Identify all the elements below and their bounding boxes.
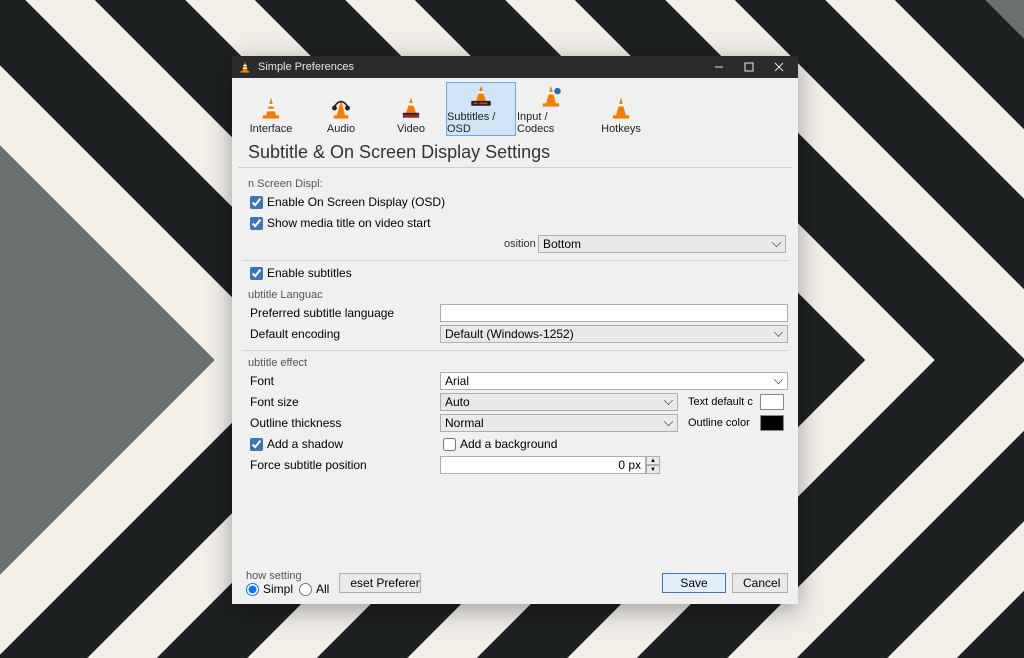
tab-input-codecs[interactable]: Input / Codecs <box>516 82 586 136</box>
minimize-button[interactable] <box>704 56 734 78</box>
subtitles-cone-icon <box>467 83 495 109</box>
film-cone-icon <box>397 95 425 121</box>
default-encoding-label: Default encoding <box>242 327 440 341</box>
tab-video[interactable]: Video <box>376 82 446 136</box>
codecs-cone-icon <box>537 83 565 109</box>
show-title-label: Show media title on video start <box>267 216 430 230</box>
hotkeys-cone-icon <box>607 95 635 121</box>
enable-osd-label: Enable On Screen Display (OSD) <box>267 195 445 209</box>
outline-color-label: Outline color <box>688 417 750 429</box>
font-select[interactable]: Arial <box>440 372 788 390</box>
force-position-input[interactable] <box>440 456 646 474</box>
add-background-checkbox[interactable] <box>443 438 456 451</box>
osd-position-label: osition <box>504 238 538 250</box>
add-background-label: Add a background <box>460 437 557 451</box>
maximize-button[interactable] <box>734 56 764 78</box>
text-color-swatch[interactable] <box>760 394 784 410</box>
add-shadow-label: Add a shadow <box>267 437 435 451</box>
force-position-label: Force subtitle position <box>242 458 440 472</box>
enable-subtitles-label: Enable subtitles <box>267 266 352 280</box>
titlebar[interactable]: Simple Preferences <box>232 56 798 78</box>
tab-interface[interactable]: Interface <box>236 82 306 136</box>
show-title-checkbox[interactable] <box>250 217 263 230</box>
default-encoding-select[interactable]: Default (Windows-1252) <box>440 325 788 343</box>
dialog-footer: how setting Simple All eset Preference S… <box>232 566 798 604</box>
show-settings-all-radio[interactable] <box>299 583 312 596</box>
tab-subtitles-osd[interactable]: Subtitles / OSD <box>446 82 516 136</box>
enable-subtitles-checkbox[interactable] <box>250 267 263 280</box>
headphones-cone-icon <box>327 95 355 121</box>
save-button[interactable]: Save <box>662 573 726 593</box>
settings-form: n Screen Displ: Enable On Screen Display… <box>232 168 798 566</box>
preferences-window: Simple Preferences Interface Audio Video… <box>232 56 798 604</box>
tab-hotkeys[interactable]: Hotkeys <box>586 82 656 136</box>
show-settings-all-label: All <box>316 582 329 596</box>
preferred-language-input[interactable] <box>440 304 788 322</box>
font-label: Font <box>242 374 440 388</box>
outline-thickness-select[interactable]: Normal <box>440 414 678 432</box>
show-settings-simple-radio[interactable] <box>246 583 259 596</box>
font-size-label: Font size <box>242 395 440 409</box>
subtitle-effect-group-label: ubtitle effect <box>248 357 318 369</box>
tab-audio[interactable]: Audio <box>306 82 376 136</box>
osd-position-select[interactable]: Bottom <box>538 235 786 253</box>
text-default-color-label: Text default c <box>688 396 756 408</box>
show-settings-simple-label: Simple <box>263 582 293 596</box>
outline-color-swatch[interactable] <box>760 415 784 431</box>
force-position-spin-down[interactable]: ▼ <box>646 465 660 474</box>
category-tabs: Interface Audio Video Subtitles / OSD In… <box>232 78 798 136</box>
enable-osd-checkbox[interactable] <box>250 196 263 209</box>
preferred-language-label: Preferred subtitle language <box>242 306 440 320</box>
window-title: Simple Preferences <box>258 61 704 73</box>
close-button[interactable] <box>764 56 794 78</box>
reset-preferences-button[interactable]: eset Preference <box>339 573 421 593</box>
cancel-button[interactable]: Cancel <box>732 573 788 593</box>
subtitle-language-group-label: ubtitle Languac <box>248 289 334 301</box>
vlc-cone-icon <box>238 60 252 74</box>
outline-thickness-label: Outline thickness <box>242 416 440 430</box>
show-settings-label: how setting <box>246 570 306 582</box>
osd-group-label: n Screen Displ: <box>248 178 328 190</box>
cone-icon <box>257 95 285 121</box>
add-shadow-checkbox[interactable] <box>250 438 263 451</box>
font-size-select[interactable]: Auto <box>440 393 678 411</box>
page-title: Subtitle & On Screen Display Settings <box>238 136 792 168</box>
force-position-spin-up[interactable]: ▲ <box>646 456 660 465</box>
